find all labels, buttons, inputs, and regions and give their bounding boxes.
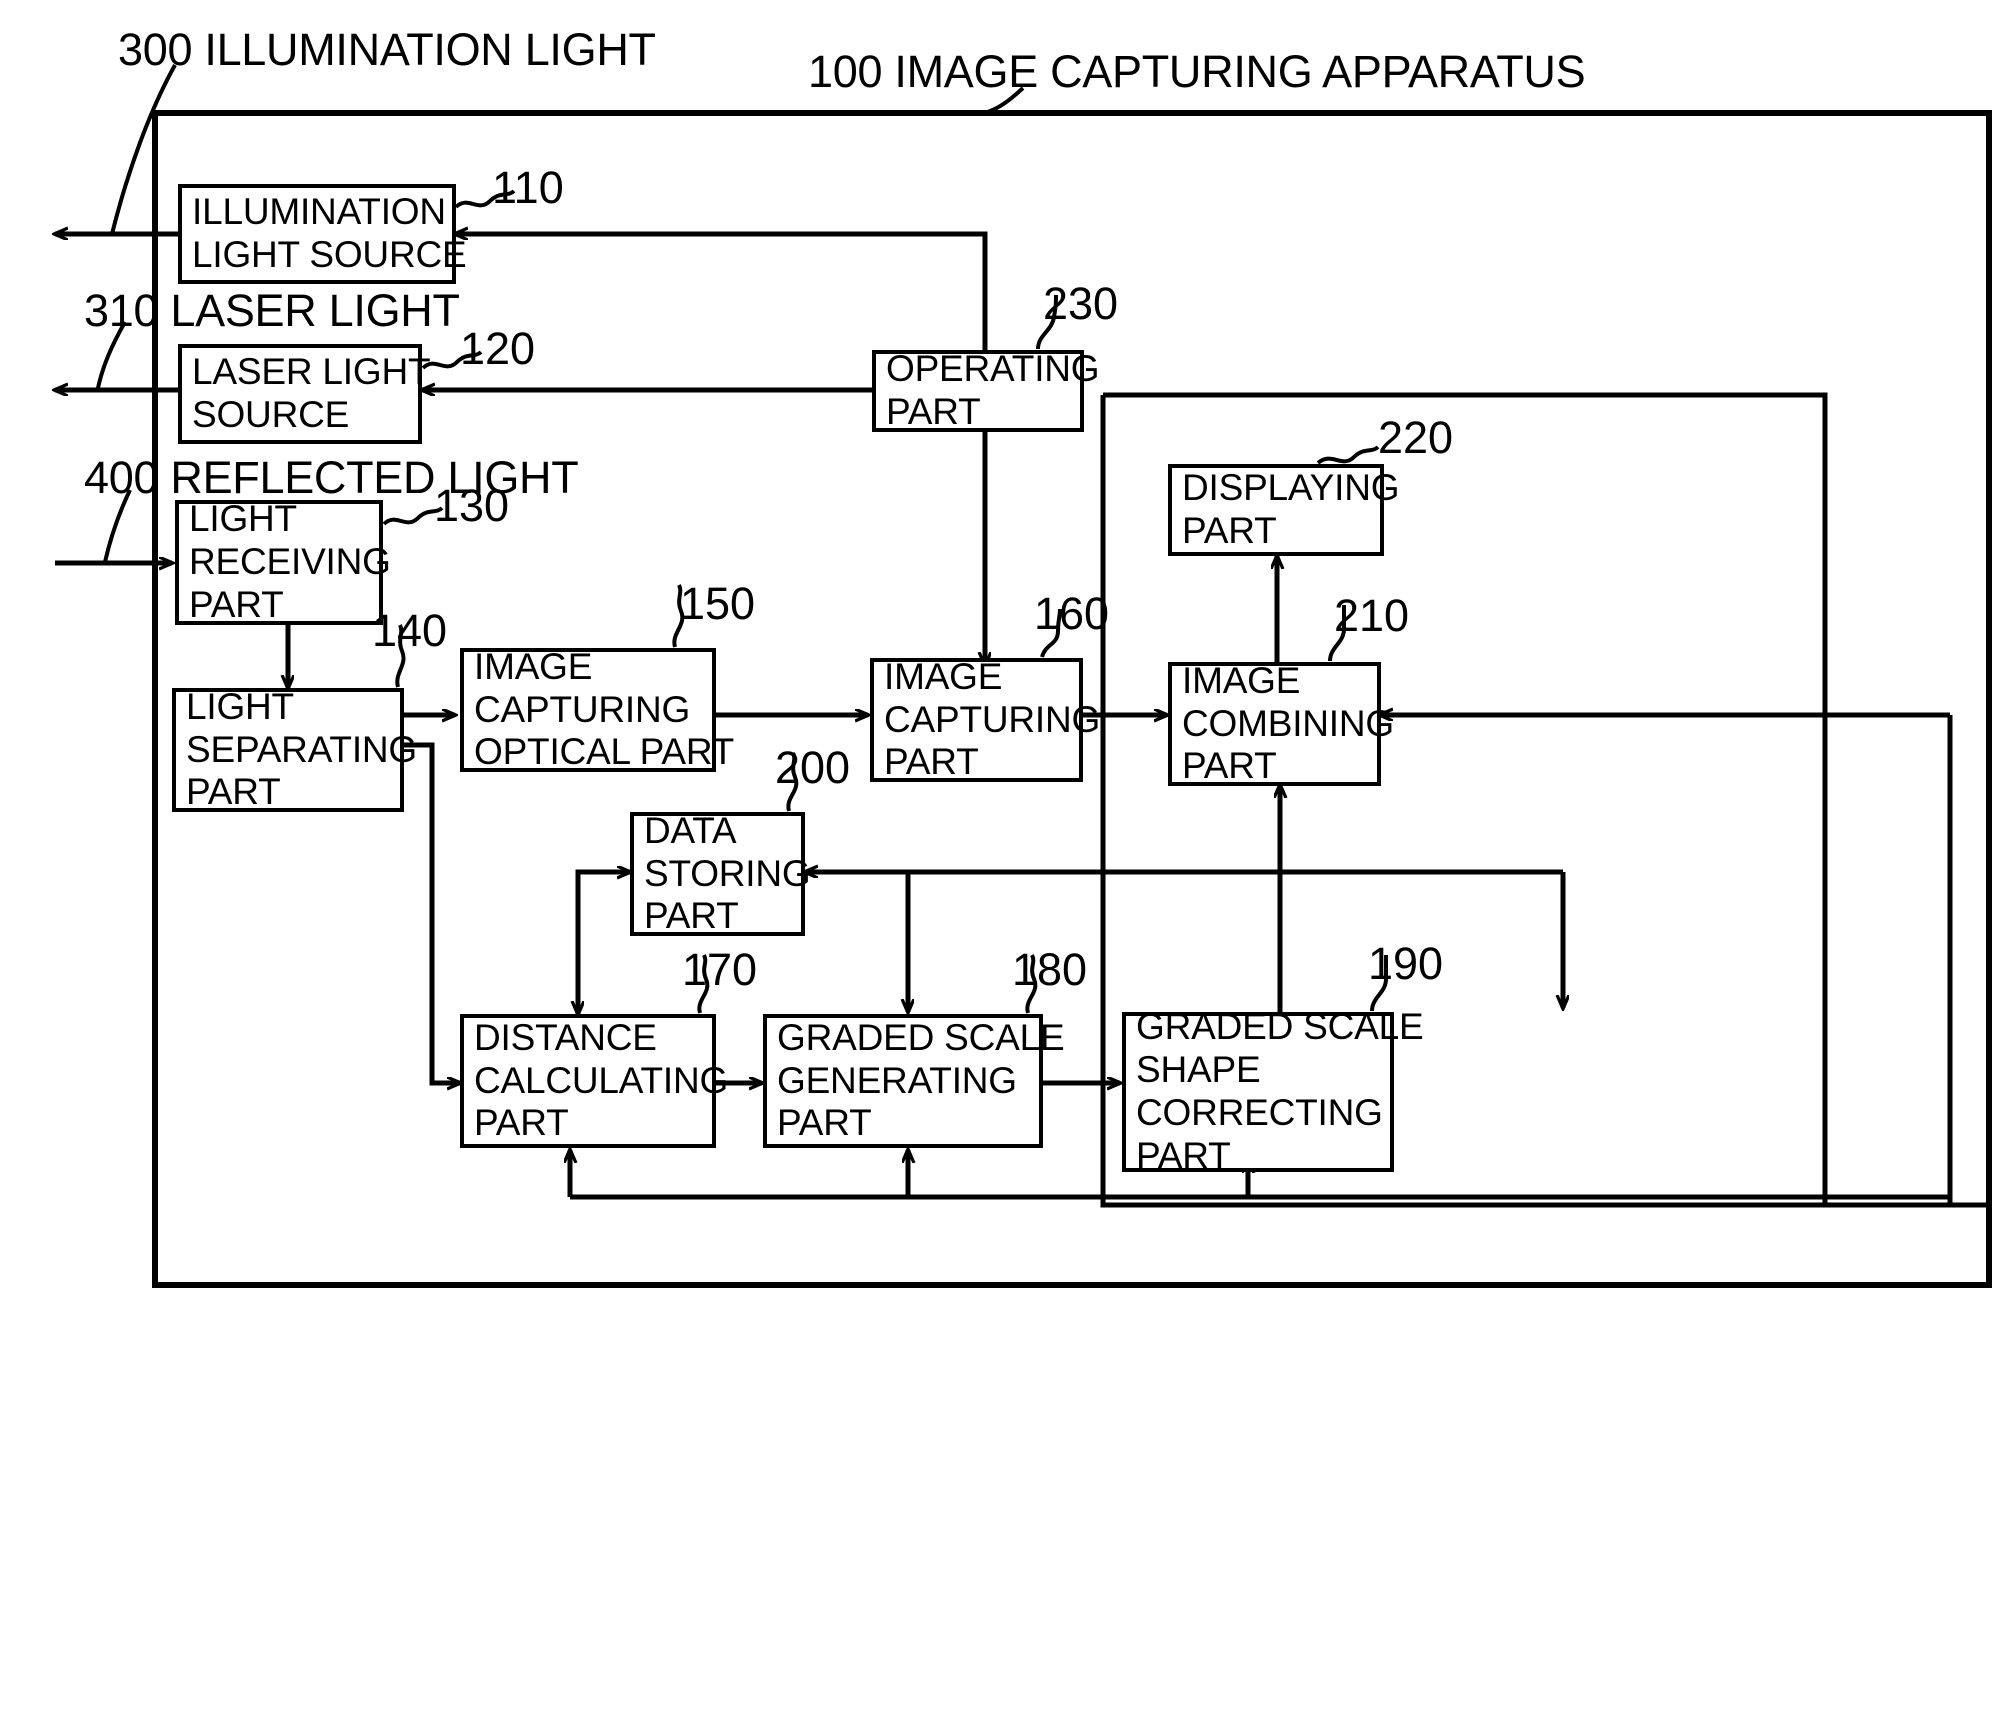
ref-number-110: 110 xyxy=(492,162,564,213)
ref-number-200: 200 xyxy=(775,742,851,793)
ref-number-190: 190 xyxy=(1368,938,1444,989)
ref-number-130: 130 xyxy=(434,480,510,531)
ref-number-220: 220 xyxy=(1378,412,1454,463)
ref-number-170: 170 xyxy=(682,944,758,995)
ref-number-180: 180 xyxy=(1012,944,1088,995)
ref-number-230: 230 xyxy=(1043,278,1119,329)
ref-number-210: 210 xyxy=(1334,590,1410,641)
ref-number-160: 160 xyxy=(1034,588,1110,639)
ref-number-120: 120 xyxy=(460,323,536,374)
ref-number-150: 150 xyxy=(680,578,756,629)
leader-squiggle-layer xyxy=(382,189,1388,1014)
ref-number-140: 140 xyxy=(372,605,448,656)
patent-figure-canvas: ILLUMINATION LIGHT SOURCE LASER LIGHT SO… xyxy=(0,0,1994,1721)
